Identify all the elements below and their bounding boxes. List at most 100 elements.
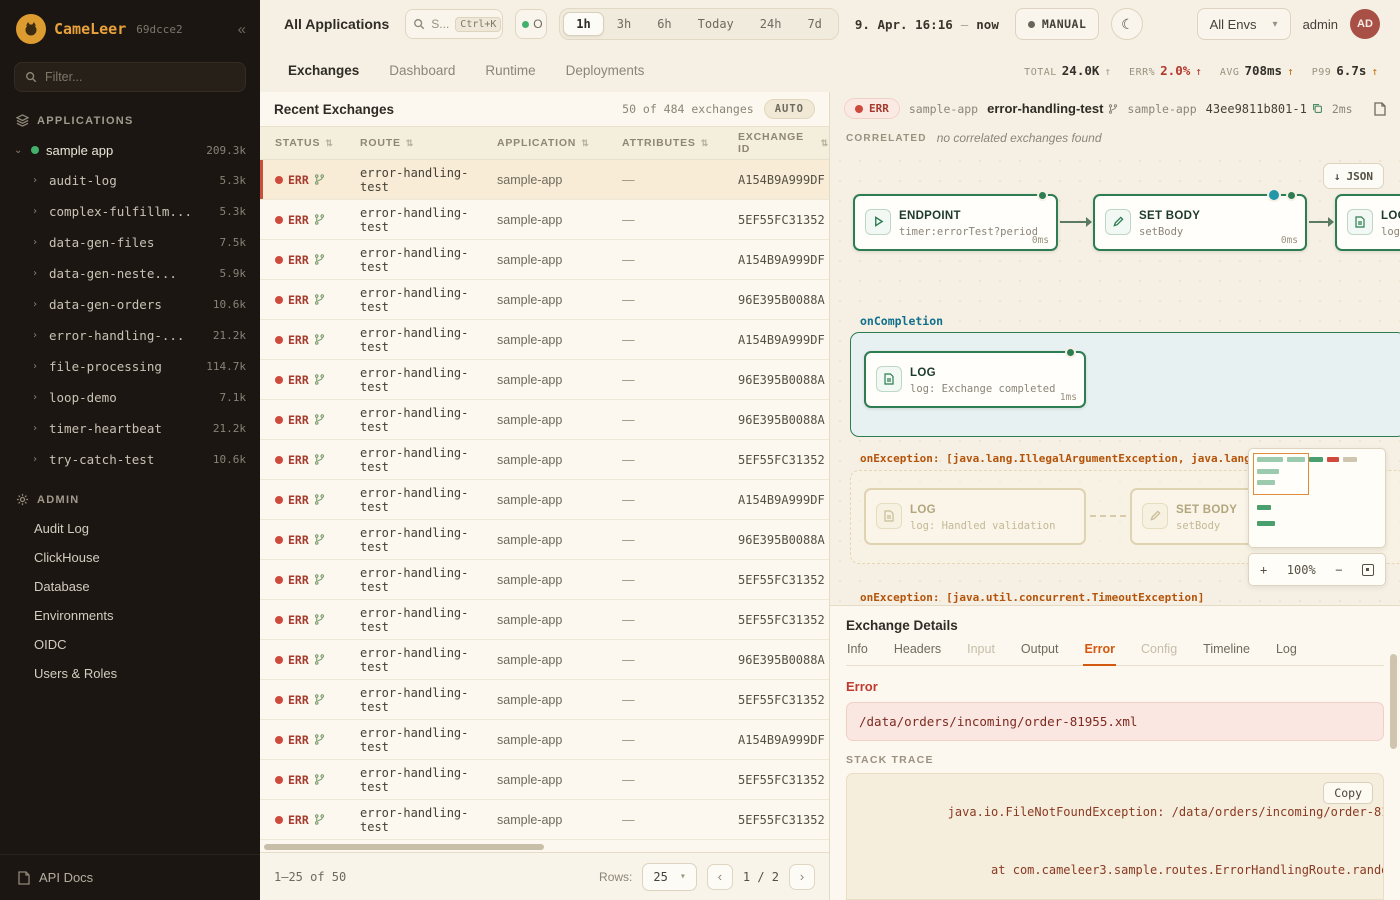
horizontal-scrollbar[interactable]	[264, 844, 544, 850]
column-header[interactable]: ROUTE ⇅	[360, 137, 497, 149]
table-row[interactable]: ERR error-handling-test sample-app — 96E…	[260, 520, 829, 560]
chevron-right-icon[interactable]: ›	[32, 454, 42, 465]
sidebar-item-route[interactable]: › complex-fulfillm... 5.3k	[0, 196, 260, 227]
table-row[interactable]: ERR error-handling-test sample-app — 96E…	[260, 400, 829, 440]
sidebar-item-admin[interactable]: OIDC	[0, 630, 260, 659]
dark-mode-toggle[interactable]: ☾	[1111, 8, 1143, 40]
time-range-button[interactable]: 24h	[747, 12, 795, 36]
table-row[interactable]: ERR error-handling-test sample-app — 5EF…	[260, 680, 829, 720]
chevron-right-icon[interactable]: ›	[32, 175, 42, 186]
table-row[interactable]: ERR error-handling-test sample-app — 96E…	[260, 360, 829, 400]
time-range-button[interactable]: 7d	[794, 12, 834, 36]
chevron-right-icon[interactable]: ›	[32, 423, 42, 434]
date-range[interactable]: 9. Apr. 16:16 — now	[851, 17, 1003, 32]
column-header[interactable]: APPLICATION ⇅	[497, 137, 622, 149]
rows-per-page-select[interactable]: 25 ▾	[642, 863, 696, 891]
sidebar-item-admin[interactable]: Database	[0, 572, 260, 601]
details-tab[interactable]: Output	[1020, 642, 1060, 666]
sidebar-item-route[interactable]: › data-gen-neste... 5.9k	[0, 258, 260, 289]
column-header[interactable]: STATUS ⇅	[275, 137, 360, 149]
auto-refresh-badge[interactable]: AUTO	[764, 99, 815, 119]
column-header[interactable]: ATTRIBUTES ⇅	[622, 137, 738, 149]
table-row[interactable]: ERR error-handling-test sample-app — 96E…	[260, 640, 829, 680]
prev-page-button[interactable]: ‹	[707, 864, 733, 890]
detail-exchange-id[interactable]: 43ee9811b801-1	[1206, 102, 1323, 116]
sidebar-item-route[interactable]: › try-catch-test 10.6k	[0, 444, 260, 475]
document-icon[interactable]	[1374, 102, 1386, 116]
main-tab[interactable]: Runtime	[485, 63, 535, 78]
sidebar-item-admin[interactable]: Users & Roles	[0, 659, 260, 688]
main-tab[interactable]: Exchanges	[288, 63, 359, 78]
details-tab[interactable]: Error	[1083, 642, 1116, 666]
table-row[interactable]: ERR error-handling-test sample-app — 5EF…	[260, 440, 829, 480]
chevron-right-icon[interactable]: ›	[32, 268, 42, 279]
minimap-viewport[interactable]	[1253, 453, 1309, 495]
sidebar-item-route[interactable]: › audit-log 5.3k	[0, 165, 260, 196]
time-range-button[interactable]: Today	[685, 12, 747, 36]
route-flow-canvas[interactable]: ↓ JSON ENDPOINT timer:errorTest?period=5…	[830, 151, 1400, 605]
details-tab[interactable]: Info	[846, 642, 869, 666]
sidebar-item-route[interactable]: › timer-heartbeat 21.2k	[0, 413, 260, 444]
sidebar-item-route[interactable]: › error-handling-... 21.2k	[0, 320, 260, 351]
sidebar-item-admin[interactable]: ClickHouse	[0, 543, 260, 572]
flow-node-completion-log[interactable]: LOG log: Exchange completed [${exchan 1m…	[864, 351, 1086, 408]
global-search[interactable]: S... Ctrl+K	[405, 9, 503, 39]
live-indicator[interactable]: O	[515, 9, 547, 39]
details-tab[interactable]: Config	[1140, 642, 1178, 666]
details-tab[interactable]: Log	[1275, 642, 1298, 666]
table-row[interactable]: ERR error-handling-test sample-app — 96E…	[260, 280, 829, 320]
details-tab[interactable]: Input	[966, 642, 996, 666]
table-row[interactable]: ERR error-handling-test sample-app — A15…	[260, 160, 829, 200]
zoom-in-button[interactable]: +	[1260, 563, 1267, 577]
chevron-right-icon[interactable]: ›	[32, 361, 42, 372]
table-row[interactable]: ERR error-handling-test sample-app — 5EF…	[260, 560, 829, 600]
details-tab[interactable]: Headers	[893, 642, 942, 666]
avatar[interactable]: AD	[1350, 9, 1380, 39]
copy-button[interactable]: Copy	[1323, 782, 1373, 804]
sidebar-item-admin[interactable]: Environments	[0, 601, 260, 630]
sidebar-collapse-icon[interactable]: «	[238, 21, 246, 38]
details-tab[interactable]: Timeline	[1202, 642, 1251, 666]
sidebar-item-route[interactable]: › data-gen-files 7.5k	[0, 227, 260, 258]
table-row[interactable]: ERR error-handling-test sample-app — 5EF…	[260, 760, 829, 800]
table-row[interactable]: ERR error-handling-test sample-app — A15…	[260, 320, 829, 360]
flow-minimap[interactable]	[1248, 448, 1386, 548]
detail-route[interactable]: error-handling-test	[987, 101, 1118, 116]
sidebar-item-sample-app[interactable]: ⌄ sample app 209.3k	[0, 135, 260, 165]
table-row[interactable]: ERR error-handling-test sample-app — 5EF…	[260, 200, 829, 240]
sidebar-item-admin[interactable]: Audit Log	[0, 514, 260, 543]
flow-node-setbody[interactable]: SET BODY setBody 0ms	[1093, 194, 1307, 251]
zoom-out-button[interactable]: −	[1335, 563, 1342, 577]
chevron-down-icon[interactable]: ⌄	[14, 145, 24, 156]
on-completion-group[interactable]: LOG log: Exchange completed [${exchan 1m…	[850, 332, 1400, 437]
chevron-right-icon[interactable]: ›	[32, 206, 42, 217]
main-tab[interactable]: Dashboard	[389, 63, 455, 78]
download-json-button[interactable]: ↓ JSON	[1323, 163, 1384, 189]
time-range-button[interactable]: 3h	[604, 12, 644, 36]
vertical-scrollbar[interactable]	[1390, 654, 1397, 749]
table-row[interactable]: ERR error-handling-test sample-app — 5EF…	[260, 600, 829, 640]
filter-input[interactable]	[45, 70, 235, 84]
chevron-right-icon[interactable]: ›	[32, 237, 42, 248]
chevron-right-icon[interactable]: ›	[32, 392, 42, 403]
column-header[interactable]: EXCHANGE ID ⇅	[738, 131, 829, 155]
next-page-button[interactable]: ›	[789, 864, 815, 890]
sidebar-item-route[interactable]: › file-processing 114.7k	[0, 351, 260, 382]
sidebar-filter[interactable]	[14, 62, 246, 92]
time-range-button[interactable]: 1h	[563, 12, 603, 36]
table-row[interactable]: ERR error-handling-test sample-app — A15…	[260, 240, 829, 280]
table-row[interactable]: ERR error-handling-test sample-app — 5EF…	[260, 800, 829, 840]
sidebar-item-route[interactable]: › data-gen-orders 10.6k	[0, 289, 260, 320]
chevron-right-icon[interactable]: ›	[32, 330, 42, 341]
table-row[interactable]: ERR error-handling-test sample-app — A15…	[260, 720, 829, 760]
sidebar-item-api-docs[interactable]: API Docs	[0, 854, 260, 900]
manual-refresh-button[interactable]: MANUAL	[1015, 8, 1100, 40]
flow-node-log[interactable]: LOG log: Sta	[1335, 194, 1400, 251]
fit-view-icon[interactable]	[1362, 564, 1374, 576]
flow-node-exception-log[interactable]: LOG log: Handled validation error: ${exc…	[864, 488, 1086, 545]
copy-icon[interactable]	[1312, 103, 1323, 114]
flow-node-endpoint[interactable]: ENDPOINT timer:errorTest?period=5000&del…	[853, 194, 1058, 251]
sidebar-item-route[interactable]: › loop-demo 7.1k	[0, 382, 260, 413]
main-tab[interactable]: Deployments	[566, 63, 645, 78]
table-row[interactable]: ERR error-handling-test sample-app — A15…	[260, 480, 829, 520]
